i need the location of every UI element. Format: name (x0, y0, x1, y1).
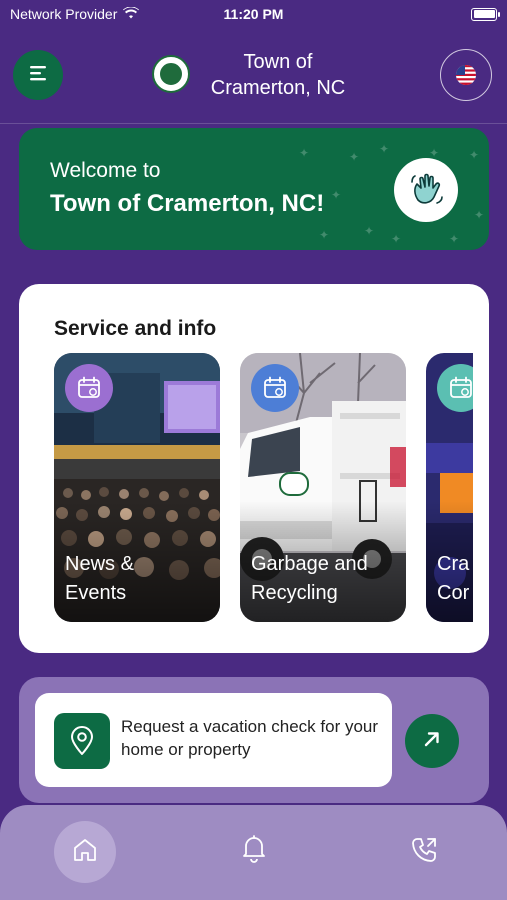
vacation-check-panel: Request a vacation check for your home o… (35, 693, 392, 787)
vacation-check-card[interactable]: Request a vacation check for your home o… (19, 677, 489, 803)
battery-icon (471, 7, 500, 21)
nav-contact-button[interactable] (407, 835, 441, 869)
carrier-name: Network Provider (10, 6, 118, 22)
bell-icon (240, 833, 268, 868)
service-tile-label: Cra Cor (437, 553, 470, 604)
app-header: Town of Cramerton, NC (0, 40, 507, 124)
calendar-icon (65, 364, 113, 412)
service-tile-label: Garbage and Recycling (251, 553, 368, 604)
us-flag-icon (456, 65, 476, 85)
sparkle-decoration: ✦ (349, 150, 360, 164)
section-title: Service and info (54, 317, 217, 340)
sparkle-decoration: ✦ (449, 232, 460, 246)
service-tile-garbage-recycling[interactable]: Garbage and Recycling (240, 353, 406, 622)
sparkle-decoration: ✦ (364, 224, 375, 238)
service-carousel[interactable]: News & Events Garbage and Recycling Cra … (54, 353, 473, 622)
sparkle-decoration: ✦ (469, 148, 480, 162)
wifi-icon (123, 6, 140, 22)
menu-button[interactable] (13, 50, 63, 100)
welcome-text: Welcome to (50, 159, 161, 182)
title-line-2: Cramerton, NC (210, 77, 346, 99)
page-title: Town of Cramerton, NC (196, 49, 360, 101)
town-seal-logo (152, 55, 190, 93)
welcome-card: ✦ ✦ ✦ ✦ ✦ ✦ ✦ ✦ ✦ ✦ ✦ Welcome to Town of… (19, 128, 489, 250)
arrow-up-right-icon (422, 729, 442, 754)
sparkle-decoration: ✦ (474, 208, 485, 222)
service-tile-news-events[interactable]: News & Events (54, 353, 220, 622)
language-button[interactable] (440, 49, 492, 101)
bottom-navigation (0, 805, 507, 900)
sparkle-decoration: ✦ (331, 188, 342, 202)
service-tile-partial[interactable]: Cra Cor (426, 353, 473, 622)
calendar-icon (251, 364, 299, 412)
vacation-check-text: Request a vacation check for your home o… (121, 717, 379, 759)
status-left: Network Provider (10, 6, 140, 22)
home-icon (71, 836, 99, 869)
sparkle-decoration: ✦ (391, 232, 402, 246)
service-and-info-card: Service and info News & Events Garbage a… (19, 284, 489, 653)
welcome-town-name: Town of Cramerton, NC! (50, 190, 325, 217)
waving-hand-icon (394, 158, 458, 222)
vacation-check-button[interactable] (405, 714, 459, 768)
status-bar: Network Provider 11:20 PM (0, 0, 507, 28)
phone-call-icon (409, 835, 439, 870)
sparkle-decoration: ✦ (379, 142, 390, 156)
map-pin-icon (54, 713, 110, 769)
title-line-1: Town of (243, 51, 313, 73)
nav-notifications-button[interactable] (237, 833, 271, 867)
nav-home-button[interactable] (54, 821, 116, 883)
sparkle-decoration: ✦ (299, 146, 310, 160)
service-tile-label: News & Events (65, 553, 134, 604)
hamburger-menu-icon (28, 64, 48, 87)
sparkle-decoration: ✦ (319, 228, 330, 242)
